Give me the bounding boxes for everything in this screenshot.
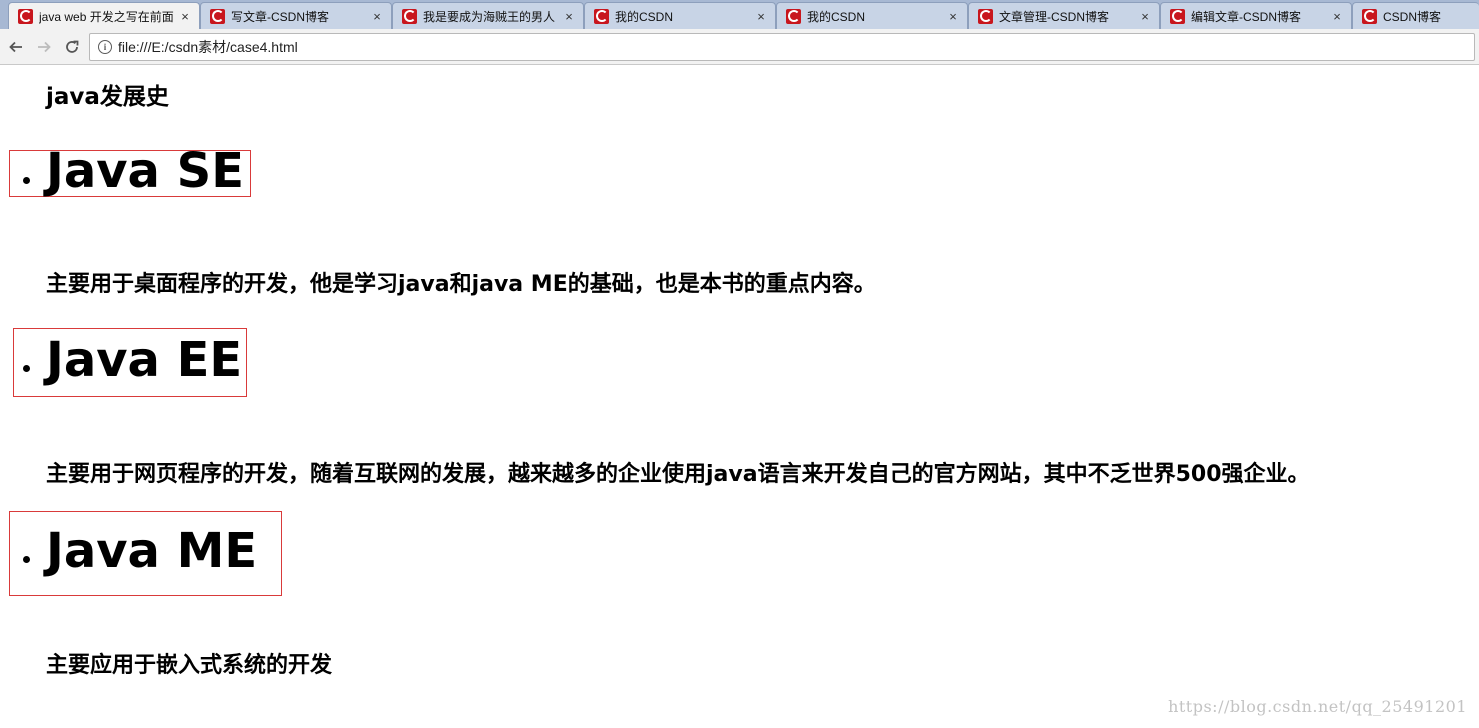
reload-icon bbox=[66, 40, 79, 53]
arrow-left-icon bbox=[9, 41, 22, 53]
close-icon[interactable]: × bbox=[945, 9, 961, 24]
tab-title: java web 开发之写在前面 bbox=[39, 9, 174, 24]
tab-title: CSDN博客 bbox=[1383, 9, 1442, 24]
page-content: java发展史 Java SE 主要用于桌面程序的开发，他是学习java和jav… bbox=[0, 66, 1479, 728]
edition-desc-me: 主要应用于嵌入式系统的开发 bbox=[46, 653, 333, 678]
tab-article-manage[interactable]: 文章管理-CSDN博客 × bbox=[968, 2, 1160, 29]
reload-button[interactable] bbox=[62, 37, 82, 57]
arrow-right-icon bbox=[38, 41, 51, 53]
close-icon[interactable]: × bbox=[753, 9, 769, 24]
address-url[interactable]: file:///E:/csdn素材/case4.html bbox=[118, 37, 298, 57]
csdn-logo-icon bbox=[210, 8, 225, 24]
list-bullet bbox=[23, 365, 30, 372]
address-bar[interactable]: i file:///E:/csdn素材/case4.html bbox=[89, 33, 1475, 61]
csdn-logo-icon bbox=[786, 8, 801, 24]
close-icon[interactable]: × bbox=[177, 9, 193, 24]
info-icon[interactable]: i bbox=[98, 40, 112, 54]
csdn-logo-icon bbox=[1170, 8, 1185, 24]
close-icon[interactable]: × bbox=[369, 9, 385, 24]
csdn-logo-icon bbox=[402, 8, 417, 24]
csdn-logo-icon bbox=[594, 8, 609, 24]
tab-title: 我的CSDN bbox=[807, 9, 866, 24]
list-bullet bbox=[23, 556, 30, 563]
tab-title: 编辑文章-CSDN博客 bbox=[1191, 9, 1301, 24]
edition-title-se: Java SE bbox=[46, 143, 244, 199]
tab-write-article[interactable]: 写文章-CSDN博客 × bbox=[200, 2, 392, 29]
tab-title: 写文章-CSDN博客 bbox=[231, 9, 329, 24]
tab-title: 文章管理-CSDN博客 bbox=[999, 9, 1109, 24]
close-icon[interactable]: × bbox=[1137, 9, 1153, 24]
tab-my-csdn-1[interactable]: 我的CSDN × bbox=[584, 2, 776, 29]
tab-csdn-blog[interactable]: CSDN博客 bbox=[1352, 2, 1479, 29]
back-button[interactable] bbox=[6, 37, 26, 57]
csdn-logo-icon bbox=[1362, 8, 1377, 24]
tab-pirate-king[interactable]: 我是要成为海贼王的男人 × bbox=[392, 2, 584, 29]
edition-desc-se: 主要用于桌面程序的开发，他是学习java和java ME的基础，也是本书的重点内… bbox=[46, 272, 876, 297]
forward-button[interactable] bbox=[34, 37, 54, 57]
browser-toolbar: i file:///E:/csdn素材/case4.html bbox=[0, 29, 1479, 65]
close-icon[interactable]: × bbox=[1329, 9, 1345, 24]
edition-title-me: Java ME bbox=[46, 523, 258, 579]
tab-java-web[interactable]: java web 开发之写在前面 × bbox=[8, 2, 200, 29]
edition-desc-ee: 主要用于网页程序的开发，随着互联网的发展，越来越多的企业使用java语言来开发自… bbox=[46, 462, 1310, 487]
page-heading: java发展史 bbox=[46, 84, 169, 110]
tab-my-csdn-2[interactable]: 我的CSDN × bbox=[776, 2, 968, 29]
watermark: https://blog.csdn.net/qq_25491201 bbox=[1168, 697, 1467, 716]
csdn-logo-icon bbox=[18, 8, 33, 24]
tab-title: 我是要成为海贼王的男人 bbox=[423, 9, 556, 24]
edition-title-ee: Java EE bbox=[46, 332, 243, 388]
tab-title: 我的CSDN bbox=[615, 9, 674, 24]
tab-edit-article[interactable]: 编辑文章-CSDN博客 × bbox=[1160, 2, 1352, 29]
csdn-logo-icon bbox=[978, 8, 993, 24]
close-icon[interactable]: × bbox=[561, 9, 577, 24]
tab-strip: java web 开发之写在前面 × 写文章-CSDN博客 × 我是要成为海贼王… bbox=[0, 0, 1479, 29]
list-bullet bbox=[23, 177, 30, 184]
